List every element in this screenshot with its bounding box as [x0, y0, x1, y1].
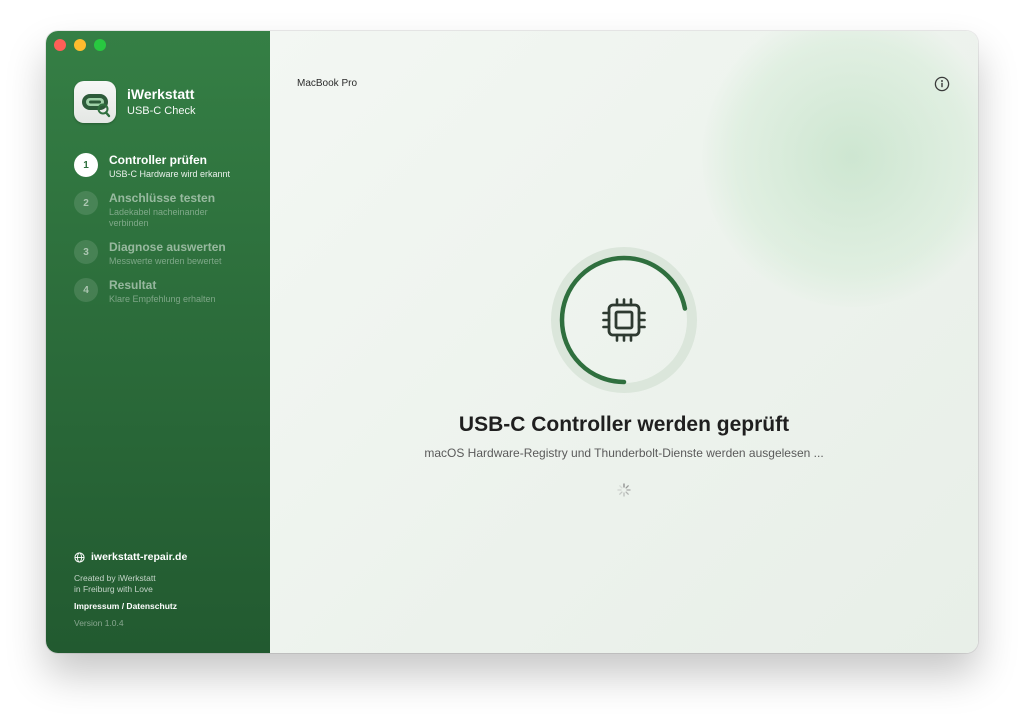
globe-icon: [74, 552, 85, 563]
app-brand: iWerkstatt USB-C Check: [74, 81, 195, 123]
step-description: Ladekabel nacheinander verbinden: [109, 207, 208, 228]
step-resultat[interactable]: 4 Resultat Klare Empfehlung erhalten: [74, 278, 260, 305]
step-number: 2: [74, 191, 98, 215]
step-number: 3: [74, 240, 98, 264]
step-anschluesse[interactable]: 2 Anschlüsse testen Ladekabel nacheinand…: [74, 191, 260, 229]
sidebar-footer: iwerkstatt-repair.de Created by iWerksta…: [74, 552, 187, 629]
cpu-chip-icon: [600, 296, 648, 344]
step-number: 4: [74, 278, 98, 302]
status-title: USB-C Controller werden geprüft: [458, 413, 790, 436]
step-diagnose[interactable]: 3 Diagnose auswerten Messwerte werden be…: [74, 240, 260, 267]
loading-spinner-icon: [617, 483, 631, 497]
legal-link[interactable]: Impressum / Datenschutz: [74, 601, 187, 612]
background-glow: [702, 31, 978, 307]
app-window: iWerkstatt USB-C Check 1 Controller prüf…: [46, 31, 978, 653]
main-content: MacBook Pro USB-C Controller werden gepr…: [270, 31, 978, 653]
step-description: Klare Empfehlung erhalten: [109, 294, 216, 304]
credit-line: in Freiburg with Love: [74, 584, 153, 594]
step-title: Controller prüfen: [109, 153, 207, 167]
window-controls: [54, 39, 106, 51]
step-title: Anschlüsse testen: [109, 191, 216, 205]
version-label: Version 1.0.4: [74, 618, 124, 628]
step-list: 1 Controller prüfen USB-C Hardware wird …: [74, 153, 260, 316]
step-description: Messwerte werden bewertet: [109, 256, 222, 266]
credit-line: Created by iWerkstatt: [74, 573, 156, 583]
website-label: iwerkstatt-repair.de: [91, 551, 188, 563]
website-link[interactable]: iwerkstatt-repair.de: [74, 552, 187, 563]
minimize-window-button[interactable]: [74, 39, 86, 51]
info-icon[interactable]: [934, 76, 950, 92]
sidebar: iWerkstatt USB-C Check 1 Controller prüf…: [46, 31, 270, 653]
step-controller[interactable]: 1 Controller prüfen USB-C Hardware wird …: [74, 153, 260, 180]
app-name: iWerkstatt: [127, 86, 195, 102]
step-title: Resultat: [109, 278, 157, 292]
usb-c-port-icon: [74, 81, 116, 123]
app-subtitle: USB-C Check: [127, 105, 196, 117]
close-window-button[interactable]: [54, 39, 66, 51]
zoom-window-button[interactable]: [94, 39, 106, 51]
status-subtitle: macOS Hardware-Registry und Thunderbolt-…: [424, 446, 824, 460]
step-description: USB-C Hardware wird erkannt: [109, 169, 231, 179]
step-number: 1: [74, 153, 98, 177]
credit-text: Created by iWerkstatt in Freiburg with L…: [74, 573, 187, 595]
device-name: MacBook Pro: [297, 78, 358, 89]
step-title: Diagnose auswerten: [109, 240, 226, 254]
